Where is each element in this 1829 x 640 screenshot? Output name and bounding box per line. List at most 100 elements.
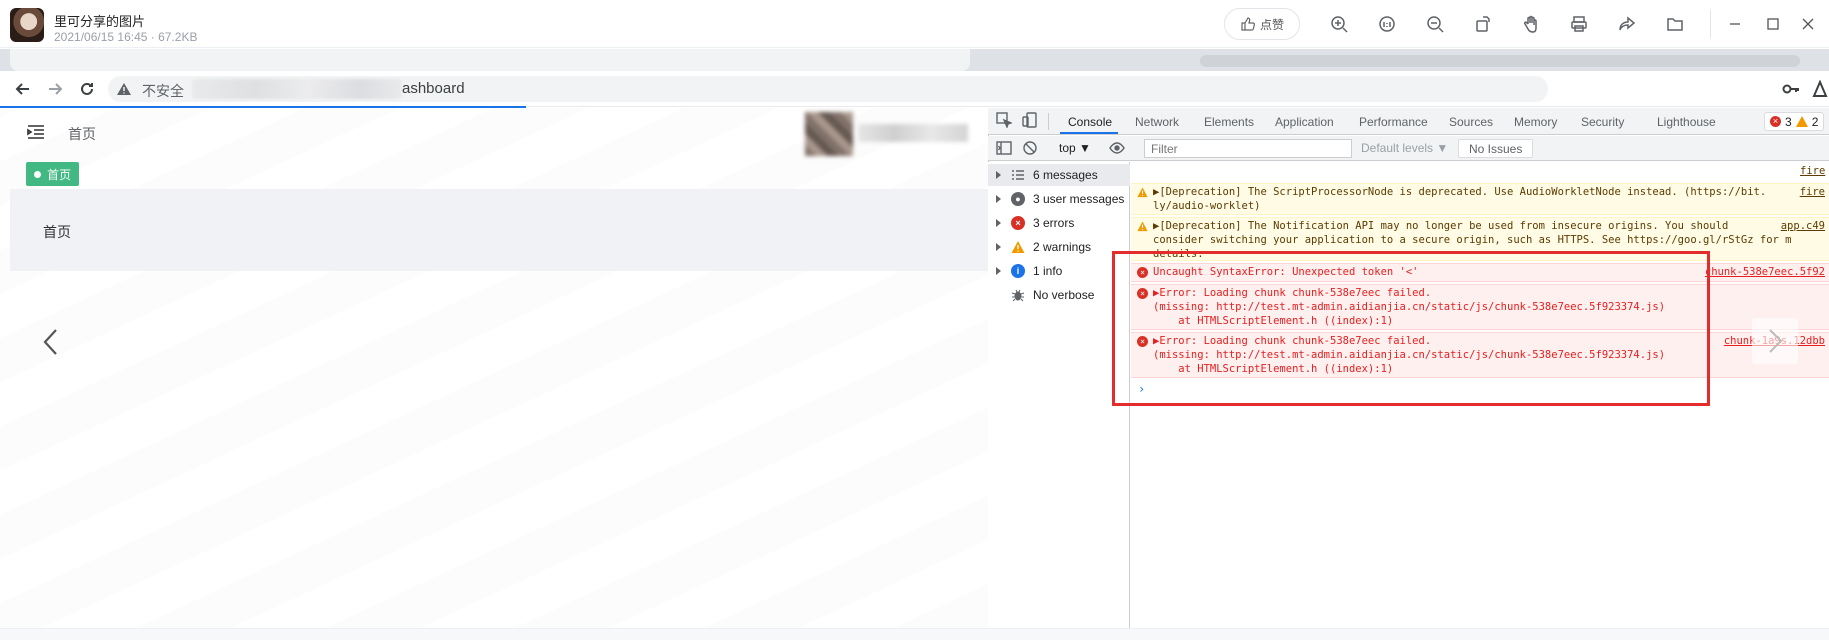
log-line: ▶[Deprecation] The ScriptProcessorNode i… bbox=[1153, 186, 1767, 198]
sidebar-item-messages[interactable]: 6 messages bbox=[996, 165, 1098, 185]
annotation-highlight-box bbox=[1112, 251, 1710, 406]
warning-icon bbox=[1011, 240, 1025, 254]
tab-console[interactable]: Console bbox=[1068, 115, 1112, 129]
tab-network[interactable]: Network bbox=[1135, 115, 1179, 129]
clear-console-icon[interactable] bbox=[1022, 140, 1040, 158]
insecure-label: 不安全 bbox=[142, 83, 184, 99]
next-image-button[interactable] bbox=[1752, 318, 1798, 364]
sidebar-item-errors[interactable]: × 3 errors bbox=[996, 213, 1074, 233]
sidebar-item-label: 2 warnings bbox=[1033, 240, 1092, 254]
tab-divider bbox=[1048, 113, 1049, 130]
log-line: ▶[Deprecation] The Notification API may … bbox=[1153, 220, 1729, 232]
sidebar-item-info[interactable]: i 1 info bbox=[996, 261, 1062, 281]
print-icon[interactable] bbox=[1567, 12, 1591, 36]
share-icon[interactable] bbox=[1615, 12, 1639, 36]
warning-icon bbox=[1137, 187, 1148, 198]
key-icon[interactable] bbox=[1782, 80, 1800, 98]
info-icon: i bbox=[1011, 264, 1025, 278]
zoom-out-icon[interactable] bbox=[1423, 12, 1447, 36]
zoom-in-icon[interactable] bbox=[1327, 12, 1351, 36]
menu-toggle-icon[interactable] bbox=[26, 122, 46, 142]
error-icon: × bbox=[1770, 116, 1781, 127]
hand-icon[interactable] bbox=[1519, 12, 1543, 36]
tab-memory[interactable]: Memory bbox=[1514, 115, 1557, 129]
url-redacted bbox=[192, 79, 402, 99]
list-icon bbox=[1012, 170, 1024, 180]
device-toolbar-icon[interactable] bbox=[1022, 112, 1040, 130]
thumbs-up-icon bbox=[1241, 17, 1256, 31]
back-icon[interactable] bbox=[12, 78, 34, 100]
avatar[interactable] bbox=[805, 112, 853, 156]
tags-view-item-home[interactable]: 首页 bbox=[26, 162, 80, 186]
minimize-icon[interactable] bbox=[1725, 14, 1745, 34]
source-link[interactable]: chunk-538e7eec.5f92 bbox=[1705, 265, 1825, 279]
reload-icon[interactable] bbox=[76, 78, 98, 100]
file-title: 里可分享的图片 bbox=[54, 14, 146, 29]
url-text: ashboard bbox=[402, 80, 465, 97]
sidebar-item-warnings[interactable]: 2 warnings bbox=[996, 237, 1091, 257]
tab-application[interactable]: Application bbox=[1275, 115, 1334, 129]
source-link[interactable]: fire bbox=[1800, 165, 1825, 177]
sidebar-item-user-messages[interactable]: ● 3 user messages bbox=[996, 189, 1124, 209]
sidebar-toggle-icon[interactable] bbox=[996, 140, 1014, 158]
user-icon: ● bbox=[1011, 192, 1025, 206]
warning-icon bbox=[1137, 221, 1148, 232]
bug-icon bbox=[1011, 289, 1025, 302]
web-page bbox=[0, 108, 988, 628]
extension-icon[interactable] bbox=[1812, 80, 1828, 98]
warning-icon bbox=[1795, 116, 1808, 127]
log-levels-dropdown[interactable]: Default levels ▼ bbox=[1361, 141, 1448, 155]
tab-security[interactable]: Security bbox=[1581, 115, 1624, 129]
sidebar-item-verbose[interactable]: No verbose bbox=[996, 285, 1094, 305]
console-warning[interactable]: ▶[Deprecation] The ScriptProcessorNode i… bbox=[1131, 183, 1829, 215]
tab-sources[interactable]: Sources bbox=[1449, 115, 1493, 129]
viewer-bottom-strip bbox=[0, 628, 1829, 640]
inspect-element-icon[interactable] bbox=[996, 112, 1014, 130]
username-redacted bbox=[858, 124, 968, 142]
image-viewer-titlebar: 里可分享的图片 2021/06/15 16:45 · 67.2KB 点赞 bbox=[0, 0, 1829, 48]
actual-size-icon[interactable] bbox=[1375, 12, 1399, 36]
like-label: 点赞 bbox=[1259, 17, 1284, 32]
toolbar-divider bbox=[1710, 10, 1711, 38]
source-link[interactable]: app.c49 bbox=[1781, 219, 1825, 233]
main-content-band bbox=[10, 189, 988, 271]
tab-elements[interactable]: Elements bbox=[1204, 115, 1254, 129]
maximize-icon[interactable] bbox=[1763, 14, 1783, 34]
sidebar-item-label: 3 user messages bbox=[1033, 192, 1125, 206]
log-line: consider switching your application to a… bbox=[1153, 234, 1792, 246]
warning-count: 2 bbox=[1811, 114, 1819, 129]
image-thumbnail bbox=[10, 8, 44, 42]
tag-label: 首页 bbox=[47, 167, 72, 182]
folder-icon[interactable] bbox=[1663, 12, 1687, 36]
error-count: 3 bbox=[1785, 114, 1792, 129]
like-button[interactable]: 点赞 bbox=[1224, 8, 1300, 40]
file-meta: 2021/06/15 16:45 · 67.2KB bbox=[54, 30, 198, 44]
sidebar-item-label: 1 info bbox=[1033, 264, 1063, 278]
rotate-icon[interactable] bbox=[1471, 12, 1495, 36]
previous-image-icon[interactable] bbox=[40, 326, 62, 358]
source-link[interactable]: fire bbox=[1800, 185, 1825, 199]
warning-icon bbox=[117, 83, 131, 95]
active-dot bbox=[34, 170, 41, 178]
tab-performance[interactable]: Performance bbox=[1359, 115, 1428, 129]
chevron-right-icon bbox=[1769, 329, 1783, 353]
forward-icon[interactable] bbox=[44, 78, 66, 100]
context-select[interactable]: top ▼ bbox=[1059, 141, 1091, 155]
breadcrumb-home[interactable]: 首页 bbox=[68, 124, 96, 144]
issue-counter[interactable]: × 3 2 bbox=[1764, 112, 1825, 131]
close-icon[interactable] bbox=[1798, 14, 1818, 34]
page-heading: 首页 bbox=[43, 224, 71, 240]
log-line: ly/audio-worklet) bbox=[1153, 200, 1261, 212]
error-icon: × bbox=[1011, 216, 1025, 230]
browser-tab-active[interactable] bbox=[10, 49, 970, 71]
tab-lighthouse[interactable]: Lighthouse bbox=[1657, 115, 1716, 129]
console-filter-input[interactable] bbox=[1144, 139, 1352, 158]
levels-label: Default levels bbox=[1361, 141, 1434, 155]
sidebar-item-label: 3 errors bbox=[1033, 216, 1075, 230]
context-value: top bbox=[1059, 141, 1076, 155]
active-tab-indicator bbox=[1060, 132, 1118, 134]
live-expression-eye-icon[interactable] bbox=[1109, 140, 1127, 158]
sidebar-item-label: 6 messages bbox=[1033, 168, 1098, 182]
sidebar-item-label: No verbose bbox=[1033, 288, 1095, 302]
no-issues-button[interactable]: No Issues bbox=[1458, 139, 1534, 158]
